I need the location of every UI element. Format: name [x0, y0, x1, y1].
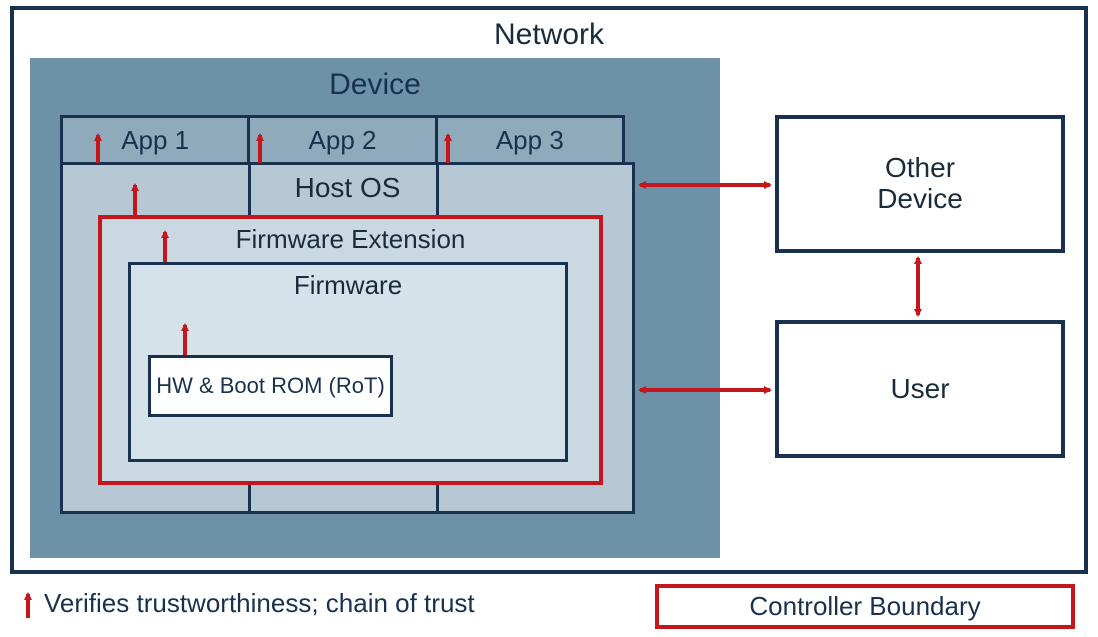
- app-3-label: App 3: [496, 125, 564, 156]
- app-1-label: App 1: [121, 125, 189, 156]
- user-label: User: [890, 374, 949, 405]
- other-device-box: Other Device: [775, 115, 1065, 253]
- app-1-box: App 1: [60, 115, 250, 165]
- app-2-box: App 2: [247, 115, 437, 165]
- legend-controller-text: Controller Boundary: [749, 591, 980, 622]
- legend-trust: Verifies trustworthiness; chain of trust: [20, 588, 475, 619]
- apps-row: App 1 App 2 App 3: [60, 115, 625, 165]
- user-box: User: [775, 320, 1065, 458]
- host-os-label: Host OS: [63, 173, 632, 204]
- app-3-box: App 3: [435, 115, 625, 165]
- trust-diagram: Network Device Host OS App 1 App 2 App 3…: [0, 0, 1098, 637]
- network-label: Network: [14, 18, 1084, 51]
- legend-controller-box: Controller Boundary: [655, 584, 1075, 629]
- app-2-label: App 2: [309, 125, 377, 156]
- other-device-label: Other Device: [877, 153, 963, 215]
- root-of-trust-box: HW & Boot ROM (RoT): [148, 355, 393, 417]
- root-of-trust-label: HW & Boot ROM (RoT): [156, 373, 385, 399]
- firmware-extension-label: Firmware Extension: [102, 225, 599, 254]
- device-label: Device: [30, 68, 720, 101]
- legend-trust-text: Verifies trustworthiness; chain of trust: [44, 588, 475, 619]
- firmware-label: Firmware: [131, 271, 565, 300]
